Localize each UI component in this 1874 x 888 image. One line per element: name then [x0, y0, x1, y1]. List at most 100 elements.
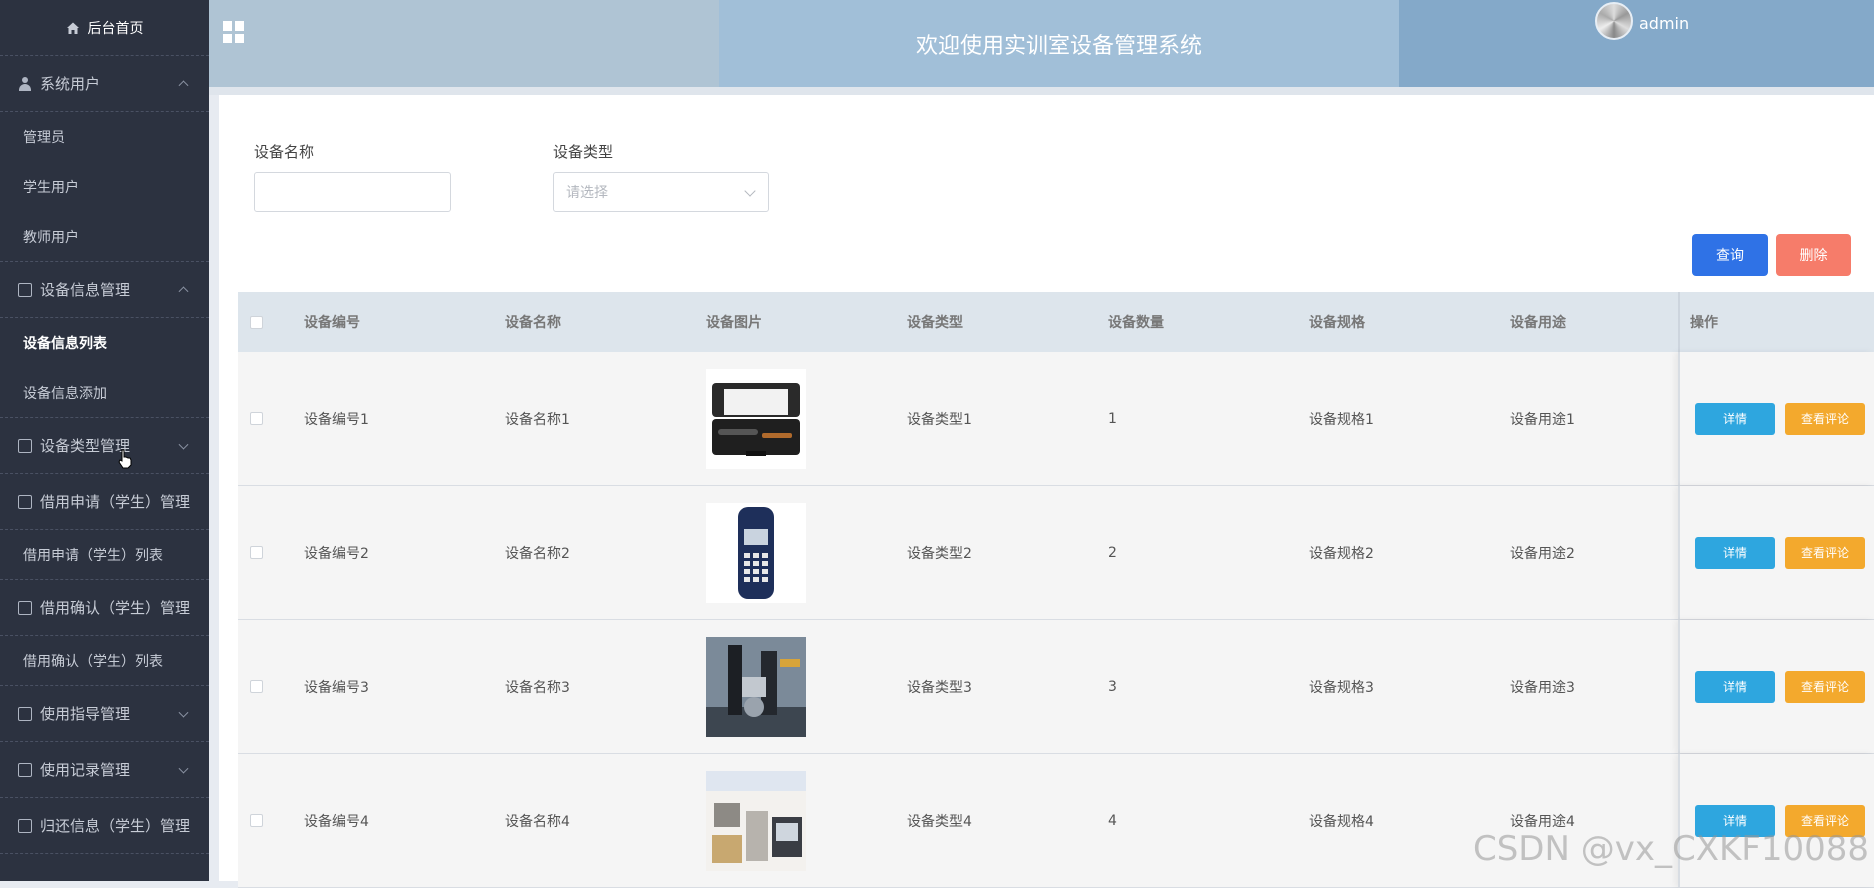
sidebar-group-device-info[interactable]: 设备信息管理 — [0, 262, 209, 318]
sidebar-item-admin[interactable]: 管理员 — [0, 112, 209, 162]
grid-menu-icon[interactable] — [223, 21, 245, 43]
sidebar-item-borrow-confirm-list[interactable]: 借用确认（学生）列表 — [0, 636, 209, 686]
cell-code: 设备编号3 — [304, 677, 505, 697]
row-checkbox[interactable] — [250, 412, 263, 425]
chevron-down-icon — [179, 763, 189, 773]
view-review-button[interactable]: 查看评论 — [1785, 671, 1865, 703]
device-type-placeholder: 请选择 — [566, 182, 608, 202]
device-image[interactable] — [706, 771, 806, 871]
cell-qty: 1 — [1108, 411, 1309, 427]
row-checkbox-cell — [238, 680, 304, 693]
cell-actions: 详情 查看评论 — [1678, 352, 1874, 485]
row-checkbox-cell — [238, 412, 304, 425]
cell-image — [706, 771, 907, 871]
cell-code: 设备编号1 — [304, 409, 505, 429]
sidebar-group-label: 借用申请（学生）管理 — [40, 491, 190, 512]
sidebar-group-label: 归还信息（学生）管理 — [40, 815, 190, 836]
sidebar-group-borrow-apply[interactable]: 借用申请（学生）管理 — [0, 474, 209, 530]
row-checkbox-cell — [238, 814, 304, 827]
sidebar-group-borrow-confirm[interactable]: 借用确认（学生）管理 — [0, 580, 209, 636]
device-image[interactable] — [706, 503, 806, 603]
device-name-label: 设备名称 — [254, 141, 314, 162]
select-all-checkbox[interactable] — [250, 316, 263, 329]
cell-spec: 设备规格2 — [1309, 543, 1510, 563]
col-code: 设备编号 — [304, 312, 505, 332]
document-icon — [18, 819, 32, 833]
device-name-input[interactable] — [254, 172, 451, 212]
cell-name: 设备名称2 — [505, 543, 706, 563]
document-icon — [18, 763, 32, 777]
document-icon — [18, 707, 32, 721]
sidebar-group-system-users[interactable]: 系统用户 — [0, 56, 209, 112]
delete-button[interactable]: 删除 — [1776, 234, 1851, 276]
query-button[interactable]: 查询 — [1692, 234, 1768, 276]
user-area[interactable]: admin — [1399, 0, 1874, 87]
device-image[interactable] — [706, 637, 806, 737]
chevron-up-icon — [179, 286, 189, 296]
device-type-label: 设备类型 — [553, 141, 613, 162]
cell-name: 设备名称4 — [505, 811, 706, 831]
select-all-cell — [238, 316, 304, 329]
view-review-button[interactable]: 查看评论 — [1785, 403, 1865, 435]
cell-qty: 4 — [1108, 813, 1309, 829]
sidebar-group-label: 设备信息管理 — [40, 279, 130, 300]
hand-cursor-icon — [117, 449, 133, 469]
detail-button[interactable]: 详情 — [1695, 671, 1775, 703]
cell-spec: 设备规格3 — [1309, 677, 1510, 697]
sidebar-group-label: 系统用户 — [40, 73, 100, 94]
table-row: 设备编号1 设备名称1 设备类型1 1 设备规格1 设备用途1 详情 查看评 — [238, 352, 1874, 486]
system-title: 欢迎使用实训室设备管理系统 — [719, 0, 1399, 87]
top-bar-left — [209, 0, 719, 87]
detail-button[interactable]: 详情 — [1695, 537, 1775, 569]
col-actions: 操作 — [1678, 292, 1874, 352]
chevron-up-icon — [179, 80, 189, 90]
row-checkbox-cell — [238, 546, 304, 559]
sidebar-group-label: 使用指导管理 — [40, 703, 130, 724]
row-checkbox[interactable] — [250, 546, 263, 559]
sidebar-item-device-add[interactable]: 设备信息添加 — [0, 368, 209, 418]
device-type-select[interactable]: 请选择 — [553, 172, 769, 212]
cell-name: 设备名称1 — [505, 409, 706, 429]
sidebar-item-student-users[interactable]: 学生用户 — [0, 162, 209, 212]
row-checkbox[interactable] — [250, 680, 263, 693]
col-qty: 设备数量 — [1108, 312, 1309, 332]
sidebar-home[interactable]: 后台首页 — [0, 0, 209, 56]
view-review-button[interactable]: 查看评论 — [1785, 537, 1865, 569]
device-image[interactable] — [706, 369, 806, 469]
col-spec: 设备规格 — [1309, 312, 1510, 332]
cell-code: 设备编号2 — [304, 543, 505, 563]
sidebar-group-device-type[interactable]: 设备类型管理 — [0, 418, 209, 474]
sidebar-group-usage-guide[interactable]: 使用指导管理 — [0, 686, 209, 742]
avatar[interactable] — [1595, 2, 1633, 40]
cell-type: 设备类型3 — [907, 677, 1108, 697]
sidebar-group-label: 使用记录管理 — [40, 759, 130, 780]
sidebar-item-borrow-apply-list[interactable]: 借用申请（学生）列表 — [0, 530, 209, 580]
table-row: 设备编号2 设备名称2 设备类型2 2 设备规格2 设备用途2 — [238, 486, 1874, 620]
sidebar-group-return-info[interactable]: 归还信息（学生）管理 — [0, 798, 209, 854]
col-name: 设备名称 — [505, 312, 706, 332]
home-icon — [66, 21, 80, 35]
document-icon — [18, 495, 32, 509]
table-header: 设备编号 设备名称 设备图片 设备类型 设备数量 设备规格 设备用途 操作 — [238, 292, 1874, 352]
document-icon — [18, 439, 32, 453]
watermark: CSDN @vx_CXKF10088 — [1473, 829, 1869, 869]
cell-qty: 3 — [1108, 679, 1309, 695]
device-table: 设备编号 设备名称 设备图片 设备类型 设备数量 设备规格 设备用途 操作 设备… — [238, 292, 1874, 888]
cell-spec: 设备规格4 — [1309, 811, 1510, 831]
chevron-down-icon — [179, 439, 189, 449]
sidebar-item-teacher-users[interactable]: 教师用户 — [0, 212, 209, 262]
row-checkbox[interactable] — [250, 814, 263, 827]
sidebar-item-device-list[interactable]: 设备信息列表 — [0, 318, 209, 368]
detail-button[interactable]: 详情 — [1695, 403, 1775, 435]
username[interactable]: admin — [1639, 14, 1689, 33]
document-icon — [18, 601, 32, 615]
main-content: 设备名称 设备类型 请选择 查询 删除 设备编号 设备名称 设备图片 设备类型 … — [219, 95, 1874, 881]
sidebar-group-usage-record[interactable]: 使用记录管理 — [0, 742, 209, 798]
user-icon — [18, 77, 32, 91]
cell-name: 设备名称3 — [505, 677, 706, 697]
cell-code: 设备编号4 — [304, 811, 505, 831]
cell-type: 设备类型1 — [907, 409, 1108, 429]
table-row: 设备编号3 设备名称3 设备类型3 3 设备规格3 设备用途3 详情 查看评 — [238, 620, 1874, 754]
cell-image — [706, 369, 907, 469]
cell-type: 设备类型4 — [907, 811, 1108, 831]
